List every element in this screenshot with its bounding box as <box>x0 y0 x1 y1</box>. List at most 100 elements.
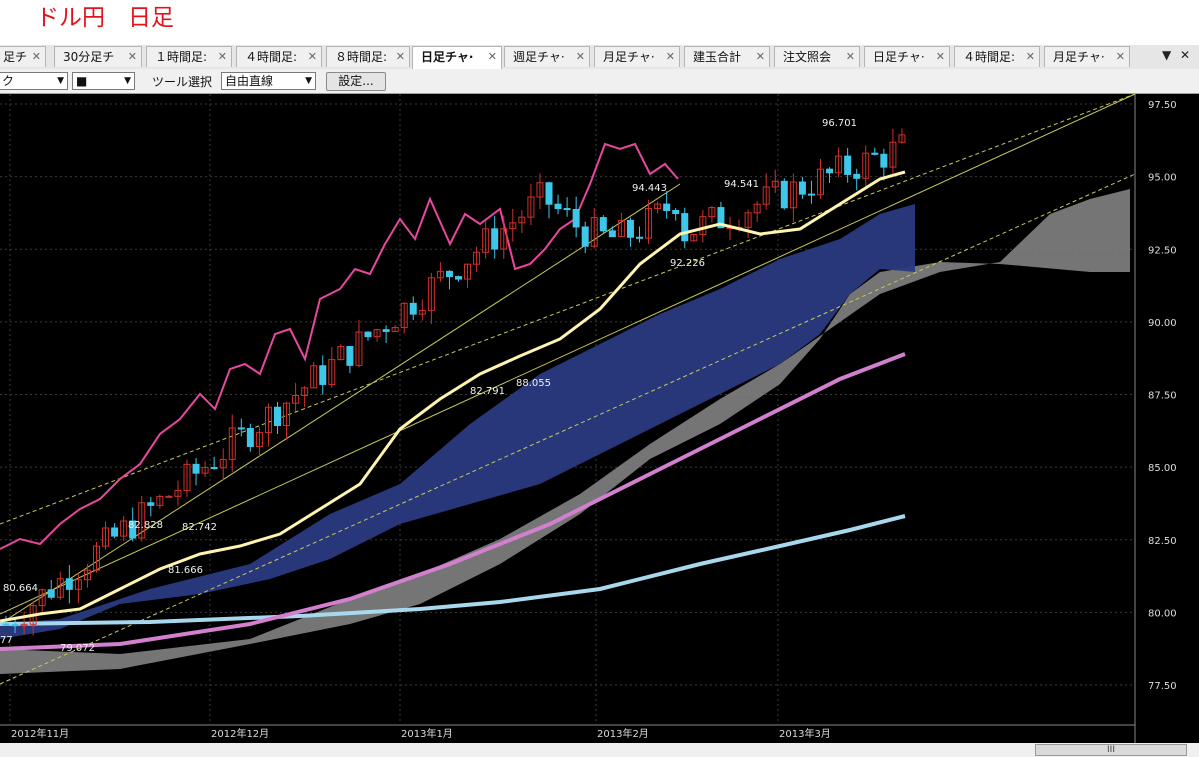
tab-label: 注文照会 <box>783 50 832 64</box>
annotation-label: 79.072 <box>60 643 95 654</box>
tab-close-icon[interactable]: ✕ <box>218 47 227 67</box>
annotation-label: 92.226 <box>670 258 705 269</box>
tab-label: ４時間足: <box>963 50 1016 64</box>
y-tick-label: 85.00 <box>1148 463 1177 474</box>
candle-body <box>409 302 417 315</box>
annotation-label: 82.791 <box>470 386 505 397</box>
tab-11[interactable]: ４時間足: ✕ <box>954 46 1040 67</box>
candle-body <box>554 203 562 210</box>
candle-body <box>246 427 254 447</box>
candle-body <box>853 173 861 179</box>
tab-label: ８時間足: <box>335 50 388 64</box>
candle-body <box>11 623 19 627</box>
annotation-label: 96.701 <box>822 118 857 129</box>
color-select[interactable]: ■ ▼ <box>72 72 135 90</box>
candle-body <box>626 219 634 238</box>
y-tick-label: 90.00 <box>1148 318 1177 329</box>
candle-body <box>871 152 879 155</box>
tab-9[interactable]: 注文照会 ✕ <box>774 46 860 67</box>
tab-10[interactable]: 日足チャ· ✕ <box>864 46 950 67</box>
tab-1[interactable]: 30分足チ ✕ <box>54 46 142 67</box>
settings-button[interactable]: 設定... <box>326 72 386 91</box>
candle-body <box>111 527 119 537</box>
chart-toolbar: ク ▼ ■ ▼ ツール選択 自由直線 ▼ 設定... <box>0 69 1199 94</box>
tab-close-icon[interactable]: ✕ <box>936 47 945 67</box>
tab-close-icon[interactable]: ✕ <box>666 47 675 67</box>
channel-mid <box>0 93 1136 615</box>
y-tick-label: 95.00 <box>1148 173 1177 184</box>
candle-body <box>780 180 788 209</box>
tab-close-icon[interactable]: ✕ <box>488 47 497 67</box>
tab-close-icon[interactable]: ✕ <box>1116 47 1125 67</box>
x-tick-label: 2013年3月 <box>779 727 831 740</box>
chart-caption: ドル円 日足 <box>36 5 174 31</box>
annotation-label: 82.742 <box>182 522 217 533</box>
chevron-down-icon: ▼ <box>57 76 64 86</box>
candle-body <box>346 345 354 366</box>
tab-0[interactable]: 足チ ✕ <box>0 46 46 67</box>
close-icon[interactable]: ✕ <box>1180 48 1190 62</box>
chevron-down-icon: ▼ <box>305 76 312 86</box>
x-tick-label: 2012年12月 <box>211 727 269 740</box>
tab-label: 日足チャ· <box>421 50 474 64</box>
candle-body <box>2 623 10 626</box>
y-tick-label: 97.50 <box>1148 100 1177 111</box>
annotation-label: 94.541 <box>724 179 759 190</box>
y-tick-label: 82.50 <box>1148 536 1177 547</box>
annotation-label: 81.666 <box>168 565 203 576</box>
candle-body <box>807 193 815 196</box>
tab-close-icon[interactable]: ✕ <box>32 47 41 67</box>
candle-body <box>491 228 499 250</box>
y-tick-label: 77.50 <box>1148 681 1177 692</box>
tab-label: 建玉合計 <box>693 50 742 64</box>
candle-body <box>880 153 888 168</box>
annotation-label: 77 <box>0 635 13 646</box>
candle-body <box>826 168 834 174</box>
tab-8[interactable]: 建玉合計 ✕ <box>684 46 770 67</box>
tab-label: ４時間足: <box>245 50 298 64</box>
chart-svg[interactable]: 80.664 77 79.072 82.828 81.666 82.742 82.791 88… <box>0 93 1199 743</box>
x-tick-label: 2013年2月 <box>597 727 649 740</box>
tab-close-icon[interactable]: ✕ <box>846 47 855 67</box>
tab-12[interactable]: 月足チャ· ✕ <box>1044 46 1130 67</box>
tab-6[interactable]: 週足チャ· ✕ <box>504 46 590 67</box>
candle-body <box>636 236 643 239</box>
candle-body <box>382 329 390 332</box>
tab-5[interactable]: 日足チャ· ✕ <box>412 46 502 70</box>
tab-close-icon[interactable]: ✕ <box>756 47 765 67</box>
candle-body <box>599 217 607 232</box>
tab-close-icon[interactable]: ✕ <box>308 47 317 67</box>
tab-7[interactable]: 月足チャ· ✕ <box>594 46 680 67</box>
color-value: ■ <box>76 74 88 88</box>
tab-close-icon[interactable]: ✕ <box>576 47 585 67</box>
candle-body <box>608 230 616 238</box>
tab-label: 30分足チ <box>63 50 115 64</box>
tab-2[interactable]: １時間足: ✕ <box>146 46 232 67</box>
tab-dropdown-icon[interactable]: ▼ <box>1162 48 1171 62</box>
status-bar: III <box>0 743 1199 757</box>
candle-body <box>147 502 155 506</box>
y-tick-label: 80.00 <box>1148 608 1177 619</box>
candle-body <box>572 208 580 228</box>
candle-body <box>210 467 218 470</box>
candle-body <box>192 463 200 474</box>
tool-select[interactable]: 自由直線 ▼ <box>221 72 316 90</box>
candle-body <box>165 495 173 498</box>
candle-body <box>455 276 462 280</box>
candle-body <box>47 589 55 598</box>
tab-4[interactable]: ８時間足: ✕ <box>326 46 410 67</box>
tab-label: 月足チャ· <box>603 50 655 64</box>
horizontal-scrollbar[interactable]: III <box>1035 744 1187 756</box>
tab-close-icon[interactable]: ✕ <box>396 47 405 67</box>
chart-area[interactable]: 80.664 77 79.072 82.828 81.666 82.742 82.791 88… <box>0 93 1199 743</box>
tab-close-icon[interactable]: ✕ <box>128 47 137 67</box>
tab-close-icon[interactable]: ✕ <box>1026 47 1035 67</box>
candle-body <box>65 578 73 590</box>
candle-body <box>798 181 806 195</box>
chart-type-select[interactable]: ク ▼ <box>0 72 68 90</box>
tab-3[interactable]: ４時間足: ✕ <box>236 46 322 67</box>
y-tick-label: 87.50 <box>1148 391 1177 402</box>
y-tick-label: 92.50 <box>1148 245 1177 256</box>
candle-body <box>672 209 680 215</box>
tab-label: 日足チャ· <box>873 50 925 64</box>
